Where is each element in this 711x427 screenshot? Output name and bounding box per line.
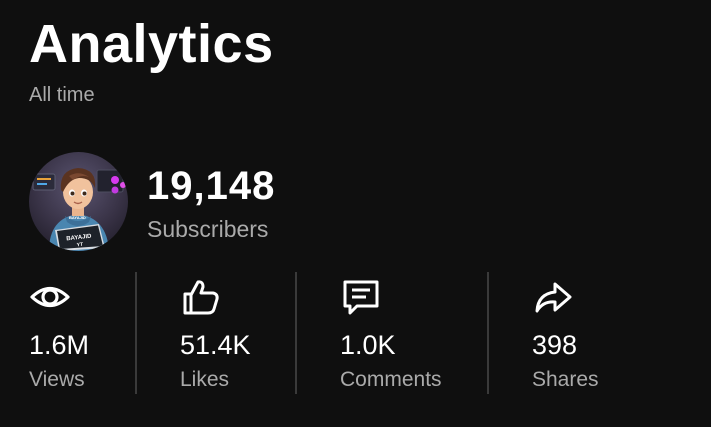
page-title: Analytics — [29, 14, 274, 74]
subscriber-label: Subscribers — [147, 216, 269, 242]
stat-divider — [295, 272, 297, 394]
avatar[interactable]: BAYAJID YT BAYAJID — [29, 152, 128, 251]
avatar-illustration: BAYAJID YT BAYAJID — [29, 152, 128, 251]
stat-divider — [135, 272, 137, 394]
time-range-label: All time — [29, 84, 95, 106]
stat-label: Shares — [532, 368, 599, 391]
thumbs-up-icon — [180, 276, 222, 318]
stat-value: 398 — [532, 330, 578, 360]
avatar-laptop-text-2: YT — [76, 242, 83, 249]
channel-summary: BAYAJID YT BAYAJID 19,148 Subscribers — [29, 152, 449, 252]
stats-row: 1.6M Views 51.4K Likes 1.0K Comments 398… — [0, 272, 711, 396]
stat-label: Views — [29, 368, 85, 391]
eye-icon — [29, 276, 71, 318]
stat-label: Comments — [340, 368, 442, 391]
share-icon — [532, 276, 574, 318]
stat-divider — [487, 272, 489, 394]
subscriber-count: 19,148 — [147, 164, 276, 208]
avatar-hoodie-text: BAYAJID — [69, 215, 86, 220]
stat-label: Likes — [180, 368, 230, 391]
stat-value: 1.0K — [340, 330, 396, 360]
stat-value: 1.6M — [29, 330, 90, 360]
comment-icon — [340, 276, 382, 318]
stat-value: 51.4K — [180, 330, 251, 360]
